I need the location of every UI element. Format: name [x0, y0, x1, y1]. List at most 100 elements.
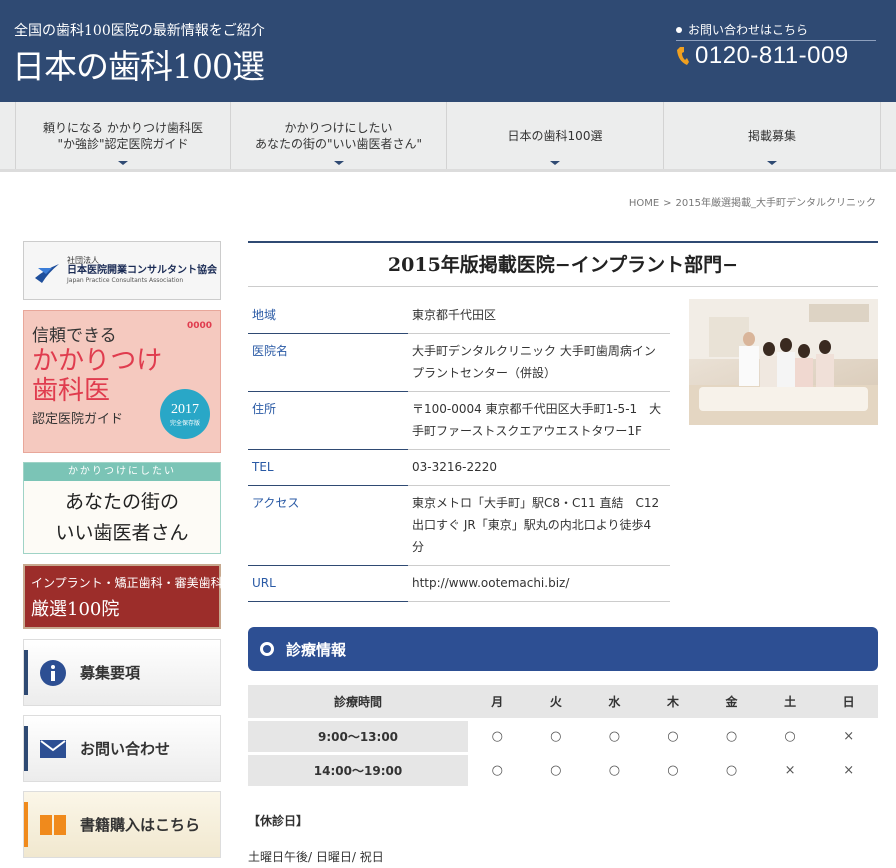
availability-mark: × [760, 753, 820, 789]
sidebar-recruit-button[interactable]: 募集要項 [23, 639, 221, 706]
association-name: 日本医院開業コンサルタント協会 [67, 264, 217, 276]
implant-line2: 厳選100院 [31, 599, 120, 620]
site-title-logo[interactable]: 日本の歯科100選 [12, 40, 265, 88]
nav-item-kakyoshin-guide[interactable]: 頼りになる かかりつけ歯科医 "か強診"認定医院ガイド [15, 102, 230, 169]
nav-item-recruit[interactable]: 掲載募集 [663, 102, 881, 169]
sidebar-books-button[interactable]: 書籍購入はこちら [23, 791, 221, 858]
guide-year-badge: 2017 完全保存版 [160, 389, 210, 439]
info-key: TEL [248, 449, 408, 486]
table-row: アクセス 東京メトロ「大手町」駅C8・C11 直結 C12出口すぐ JR「東京」… [248, 485, 670, 566]
info-key: アクセス [248, 485, 408, 566]
global-nav: 頼りになる かかりつけ歯科医 "か強診"認定医院ガイド かかりつけにしたい あな… [0, 102, 896, 172]
holiday-text: 土曜日午後/ 日曜日/ 祝日 [248, 850, 384, 864]
holiday-label: 【休診日】 [248, 814, 309, 828]
availability-mark: ○ [643, 753, 703, 789]
nav-item-top100[interactable]: 日本の歯科100選 [446, 102, 663, 169]
info-icon [40, 659, 66, 686]
town-line2: いい歯医者さん [55, 522, 189, 544]
info-value: 大手町デンタルクリニック 大手町歯周病インプラントセンター（併設） [408, 333, 670, 392]
nav-item-local-dentist[interactable]: かかりつけにしたい あなたの街の"いい歯医者さん" [230, 102, 446, 169]
caret-down-icon [333, 161, 344, 165]
info-key: 住所 [248, 391, 408, 450]
availability-mark: ○ [526, 719, 586, 755]
availability-mark: ○ [702, 753, 761, 789]
availability-mark: ○ [526, 753, 586, 789]
table-header-row: 診療時間 月 火 水 木 金 土 日 [248, 685, 878, 721]
sidebar-banner-kakaritsuke-guide[interactable]: 0000 信頼できる かかりつけ 歯科医 認定医院ガイド 2017 完全保存版 [23, 310, 221, 453]
contact-label-text: お問い合わせはこちら [688, 23, 809, 37]
column-header: 水 [585, 685, 644, 721]
town-band: かかりつけにしたい [24, 463, 220, 481]
bullet-icon [676, 26, 682, 33]
availability-mark: × [819, 753, 878, 789]
contact-label[interactable]: お問い合わせはこちら [676, 21, 808, 38]
caret-down-icon [767, 161, 777, 165]
guide-year: 2017 [171, 401, 199, 417]
phone-number-text: 0120-811-009 [695, 42, 849, 69]
table-row: 9:00～13:00 ○ ○ ○ ○ ○ ○ × [248, 719, 878, 755]
clinic-hours-table: 診療時間 月 火 水 木 金 土 日 9:00～13:00 ○ ○ ○ ○ ○ … [248, 685, 878, 789]
contact-divider [676, 40, 876, 41]
table-row: 住所 〒100-0004 東京都千代田区大手町1-5-1 大手町ファーストスクエ… [248, 391, 670, 450]
page-title: 2015年版掲載医院−インプラント部門− [248, 241, 878, 287]
town-line1: あなたの街の [64, 491, 179, 513]
breadcrumb-separator: > [663, 198, 672, 209]
time-slot: 9:00～13:00 [248, 719, 468, 755]
nav-item-line1: かかりつけにしたい [284, 120, 393, 135]
info-value: 東京都千代田区 [408, 298, 670, 334]
recruit-label: 募集要項 [80, 664, 141, 682]
nav-item-line1: 頼りになる かかりつけ歯科医 [43, 120, 203, 135]
info-value: 〒100-0004 東京都千代田区大手町1-5-1 大手町ファーストスクエアウエ… [408, 391, 670, 450]
sidebar-contact-button[interactable]: お問い合わせ [23, 715, 221, 782]
availability-mark: ○ [585, 753, 644, 789]
site-header: 全国の歯科100医院の最新情報をご紹介 日本の歯科100選 お問い合わせはこちら… [0, 0, 896, 102]
association-logo-icon [35, 263, 59, 283]
info-key: 医院名 [248, 333, 408, 392]
availability-mark: ○ [760, 719, 820, 755]
contact-label: お問い合わせ [80, 740, 171, 758]
info-value: 東京メトロ「大手町」駅C8・C11 直結 C12出口すぐ JR「東京」駅丸の内北… [408, 485, 670, 566]
column-header: 木 [643, 685, 703, 721]
nav-item-line2: あなたの街の"いい歯医者さん" [254, 136, 423, 151]
table-row: 14:00～19:00 ○ ○ ○ ○ ○ × × [248, 753, 878, 789]
availability-mark: ○ [468, 753, 527, 789]
table-row: 地域 東京都千代田区 [248, 298, 670, 334]
breadcrumb-home[interactable]: HOME [629, 198, 659, 209]
info-key: 地域 [248, 298, 408, 334]
accent-bar [24, 726, 28, 771]
staff-photo-illustration [689, 299, 878, 425]
info-value: 03-3216-2220 [408, 449, 670, 486]
section-heading-clinic-hours: 診療情報 [248, 627, 878, 671]
phone-number[interactable]: 0120-811-009 [676, 42, 849, 70]
nav-item-line1: 掲載募集 [747, 128, 796, 143]
mail-icon [40, 739, 66, 758]
table-row: TEL 03-3216-2220 [248, 449, 670, 486]
table-row: URL http://www.ootemachi.biz/ [248, 565, 670, 602]
availability-mark: ○ [643, 719, 703, 755]
book-icon [40, 814, 66, 835]
sidebar-banner-local-dentist[interactable]: かかりつけにしたい あなたの街の いい歯医者さん [23, 462, 221, 554]
nav-item-line1: 日本の歯科100選 [507, 128, 603, 143]
accent-bar [24, 802, 28, 847]
availability-mark: ○ [468, 719, 527, 755]
association-name-en: Japan Practice Consultants Association [67, 276, 184, 284]
breadcrumb: HOME >2015年厳選掲載_大手町デンタルクリニック [629, 194, 876, 209]
column-header: 火 [526, 685, 586, 721]
column-header: 日 [819, 685, 878, 721]
sidebar-banner-implant-100[interactable]: インプラント・矯正歯科・審美歯科 厳選100院 [23, 564, 223, 629]
implant-line1: インプラント・矯正歯科・審美歯科 [31, 576, 223, 590]
association-small-label: 社団法人 [67, 255, 99, 265]
nav-item-line2: "か強診"認定医院ガイド [57, 136, 189, 151]
guide-counter: 0000 [186, 321, 212, 331]
availability-mark: ○ [585, 719, 644, 755]
availability-mark: × [819, 719, 878, 755]
sidebar-banner-association[interactable]: 社団法人 日本医院開業コンサルタント協会 Japan Practice Cons… [23, 241, 221, 300]
guide-year-sub: 完全保存版 [169, 419, 200, 427]
section-heading-label: 診療情報 [286, 640, 347, 659]
guide-line2: かかりつけ [32, 346, 163, 376]
clinic-staff-photo [689, 299, 878, 425]
breadcrumb-current: 2015年厳選掲載_大手町デンタルクリニック [675, 198, 876, 209]
clinic-url-link[interactable]: http://www.ootemachi.biz/ [412, 576, 569, 590]
books-label: 書籍購入はこちら [80, 816, 201, 834]
site-tagline: 全国の歯科100医院の最新情報をご紹介 [14, 23, 265, 39]
